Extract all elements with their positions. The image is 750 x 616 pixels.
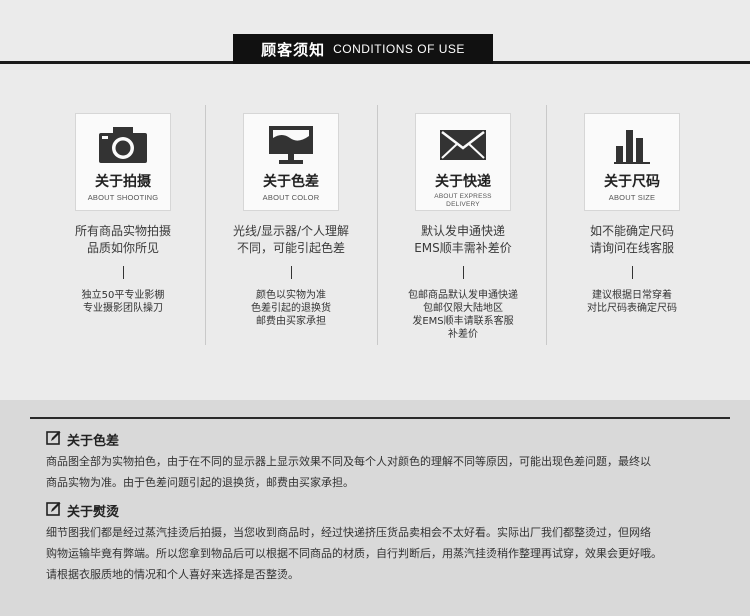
detail-line: 邮费由买家承担 <box>256 316 326 327</box>
notes-rule <box>30 417 730 419</box>
detail-line: 发EMS顺丰请联系客服 <box>412 316 514 327</box>
column-description: 所有商品实物拍摄 品质如你所见 <box>38 223 208 257</box>
card-title: 关于色差 <box>263 174 319 190</box>
tick-mark <box>631 266 633 279</box>
note-body: 细节图我们都是经过蒸汽挂烫后拍摄，当您收到商品时，经过快递挤压货品卖相会不太好看… <box>46 522 736 585</box>
column-description: 光线/显示器/个人理解 不同，可能引起色差 <box>206 223 376 257</box>
column-description: 默认发申通快递 EMS顺丰需补差价 <box>378 223 548 257</box>
desc-line: 不同，可能引起色差 <box>236 241 345 255</box>
column-description: 如不能确定尺码 请询问在线客服 <box>547 223 717 257</box>
info-card: 关于色差 ABOUT COLOR <box>243 113 339 211</box>
column-detail: 独立50平专业影棚 专业摄影团队操刀 <box>38 289 208 315</box>
desc-line: 默认发申通快递 <box>420 224 505 238</box>
note-ironing: 关于熨烫 细节图我们都是经过蒸汽挂烫后拍摄，当您收到商品时，经过快递挤压货品卖相… <box>46 501 736 585</box>
note-heading: 关于色差 <box>46 430 736 449</box>
card-title: 关于拍摄 <box>95 174 151 190</box>
note-heading: 关于熨烫 <box>46 501 736 520</box>
tick-mark <box>122 266 124 279</box>
column-detail: 颜色以实物为准 色差引起的退换货 邮费由买家承担 <box>206 289 376 328</box>
desc-line: 所有商品实物拍摄 <box>74 224 171 238</box>
card-subtitle: ABOUT COLOR <box>262 193 320 202</box>
detail-line: 补差价 <box>448 329 478 340</box>
info-column-color: 关于色差 ABOUT COLOR 光线/显示器/个人理解 不同，可能引起色差 颜… <box>206 113 376 328</box>
desc-line: 如不能确定尺码 <box>589 224 674 238</box>
info-column-shooting: 关于拍摄 ABOUT SHOOTING 所有商品实物拍摄 品质如你所见 独立50… <box>38 113 208 315</box>
note-body: 商品图全部为实物拍色，由于在不同的显示器上显示效果不同及每个人对颜色的理解不同等… <box>46 451 736 493</box>
desc-line: 请询问在线客服 <box>589 241 674 255</box>
detail-line: 专业摄影团队操刀 <box>83 303 163 314</box>
camera-icon <box>97 123 149 167</box>
notes-panel: 关于色差 商品图全部为实物拍色，由于在不同的显示器上显示效果不同及每个人对颜色的… <box>0 400 750 616</box>
desc-line: 品质如你所见 <box>86 241 159 255</box>
desc-line: EMS顺丰需补差价 <box>414 241 512 255</box>
header-title-cn: 顾客须知 <box>261 40 326 59</box>
detail-line: 包邮商品默认发申通快递 <box>408 290 518 301</box>
monitor-icon <box>266 123 316 167</box>
info-card: 关于尺码 ABOUT SIZE <box>584 113 680 211</box>
note-line: 细节图我们都是经过蒸汽挂烫后拍摄，当您收到商品时，经过快递挤压货品卖相会不太好看… <box>46 526 651 539</box>
header-banner: 顾客须知 CONDITIONS OF USE <box>233 34 493 64</box>
detail-line: 包邮仅限大陆地区 <box>423 303 503 314</box>
header-title-en: CONDITIONS OF USE <box>333 42 465 56</box>
note-line: 购物运输毕竟有弊端。所以您拿到物品后可以根据不同商品的材质，自行判断后，用蒸汽挂… <box>46 547 662 560</box>
detail-line: 独立50平专业影棚 <box>81 290 165 301</box>
conditions-panel: 顾客须知 CONDITIONS OF USE 关于拍摄 ABOUT SHOOTI… <box>0 0 750 400</box>
card-subtitle: ABOUT SHOOTING <box>87 193 159 202</box>
detail-line: 颜色以实物为准 <box>256 290 326 301</box>
card-title: 关于快递 <box>435 174 491 190</box>
bar-chart-icon <box>612 123 652 167</box>
note-line: 商品图全部为实物拍色，由于在不同的显示器上显示效果不同及每个人对颜色的理解不同等… <box>46 455 651 468</box>
card-subtitle: ABOUT SIZE <box>608 193 656 202</box>
card-title: 关于尺码 <box>604 174 660 190</box>
tick-mark <box>290 266 292 279</box>
info-column-express: 关于快递 ABOUT EXPRESS DELIVERY 默认发申通快递 EMS顺… <box>378 113 548 341</box>
note-line: 请根据衣服质地的情况和个人喜好来选择是否整烫。 <box>46 568 299 581</box>
edit-icon <box>46 430 61 449</box>
detail-line: 对比尺码表确定尺码 <box>587 303 677 314</box>
info-card: 关于快递 ABOUT EXPRESS DELIVERY <box>415 113 511 211</box>
desc-line: 光线/显示器/个人理解 <box>232 224 350 238</box>
envelope-icon <box>438 123 488 167</box>
card-subtitle: ABOUT EXPRESS DELIVERY <box>434 193 492 208</box>
info-card: 关于拍摄 ABOUT SHOOTING <box>75 113 171 211</box>
note-heading-text: 关于色差 <box>67 434 120 449</box>
note-heading-text: 关于熨烫 <box>67 505 120 520</box>
info-column-size: 关于尺码 ABOUT SIZE 如不能确定尺码 请询问在线客服 建议根据日常穿着… <box>547 113 717 315</box>
tick-mark <box>462 266 464 279</box>
column-detail: 包邮商品默认发申通快递 包邮仅限大陆地区 发EMS顺丰请联系客服 补差价 <box>378 289 548 341</box>
detail-line: 色差引起的退换货 <box>251 303 331 314</box>
column-detail: 建议根据日常穿着 对比尺码表确定尺码 <box>547 289 717 315</box>
note-color: 关于色差 商品图全部为实物拍色，由于在不同的显示器上显示效果不同及每个人对颜色的… <box>46 430 736 493</box>
note-line: 商品实物为准。由于色差问题引起的退换货，邮费由买家承担。 <box>46 476 354 489</box>
edit-icon <box>46 501 61 520</box>
detail-line: 建议根据日常穿着 <box>592 290 672 301</box>
